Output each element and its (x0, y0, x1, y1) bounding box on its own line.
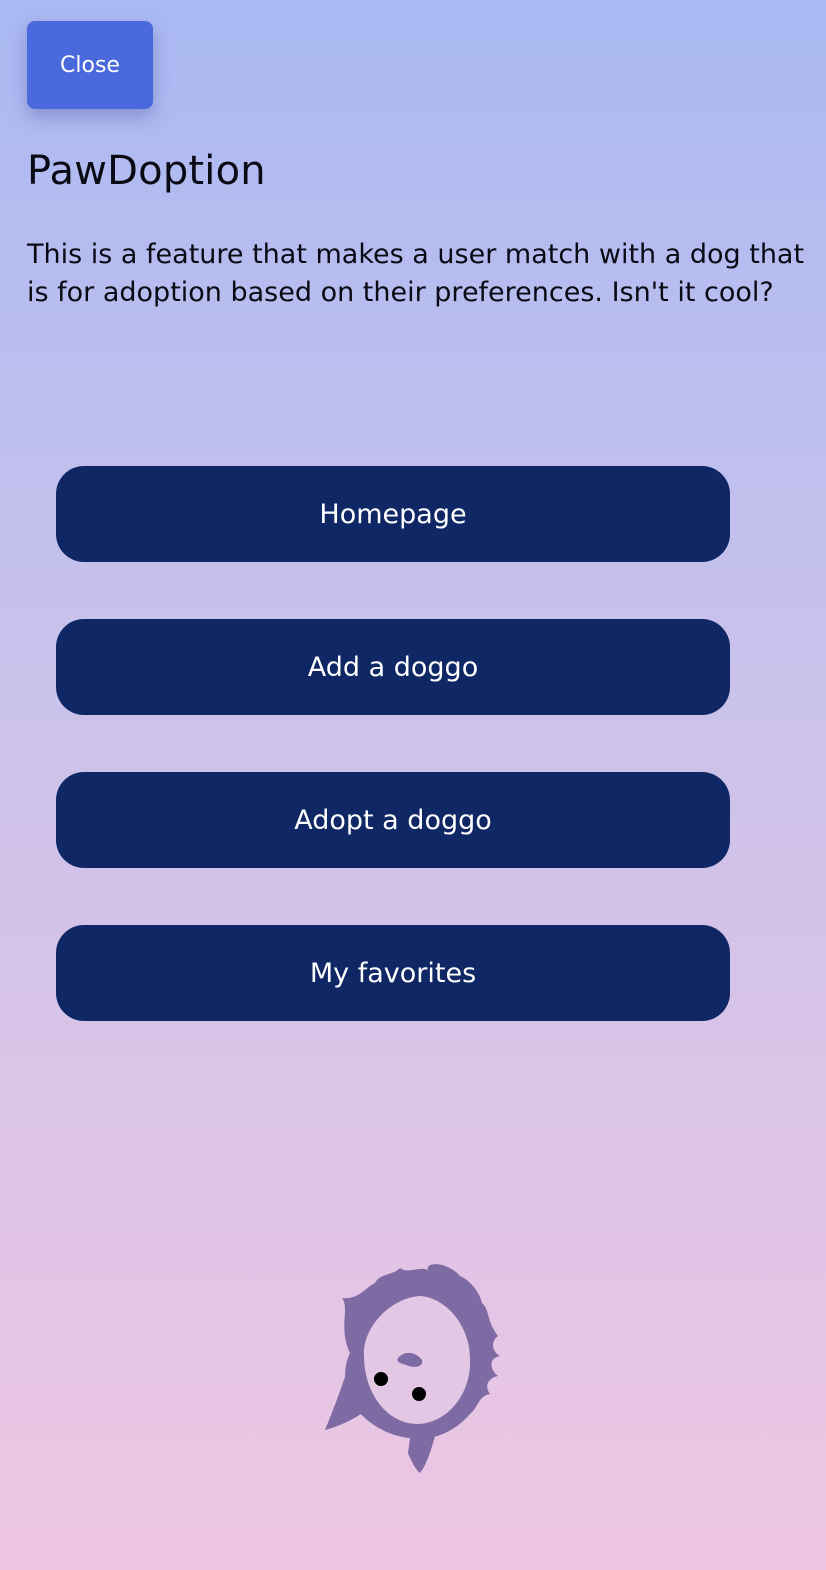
nav-menu: Homepage Add a doggo Adopt a doggo My fa… (56, 466, 730, 1078)
dog-mascot-icon (320, 1258, 510, 1478)
close-button[interactable]: Close (27, 21, 153, 109)
add-doggo-button[interactable]: Add a doggo (56, 619, 730, 715)
page-title: PawDoption (27, 148, 266, 194)
homepage-button[interactable]: Homepage (56, 466, 730, 562)
my-favorites-button[interactable]: My favorites (56, 925, 730, 1021)
adopt-doggo-button[interactable]: Adopt a doggo (56, 772, 730, 868)
page-description: This is a feature that makes a user matc… (27, 239, 805, 308)
